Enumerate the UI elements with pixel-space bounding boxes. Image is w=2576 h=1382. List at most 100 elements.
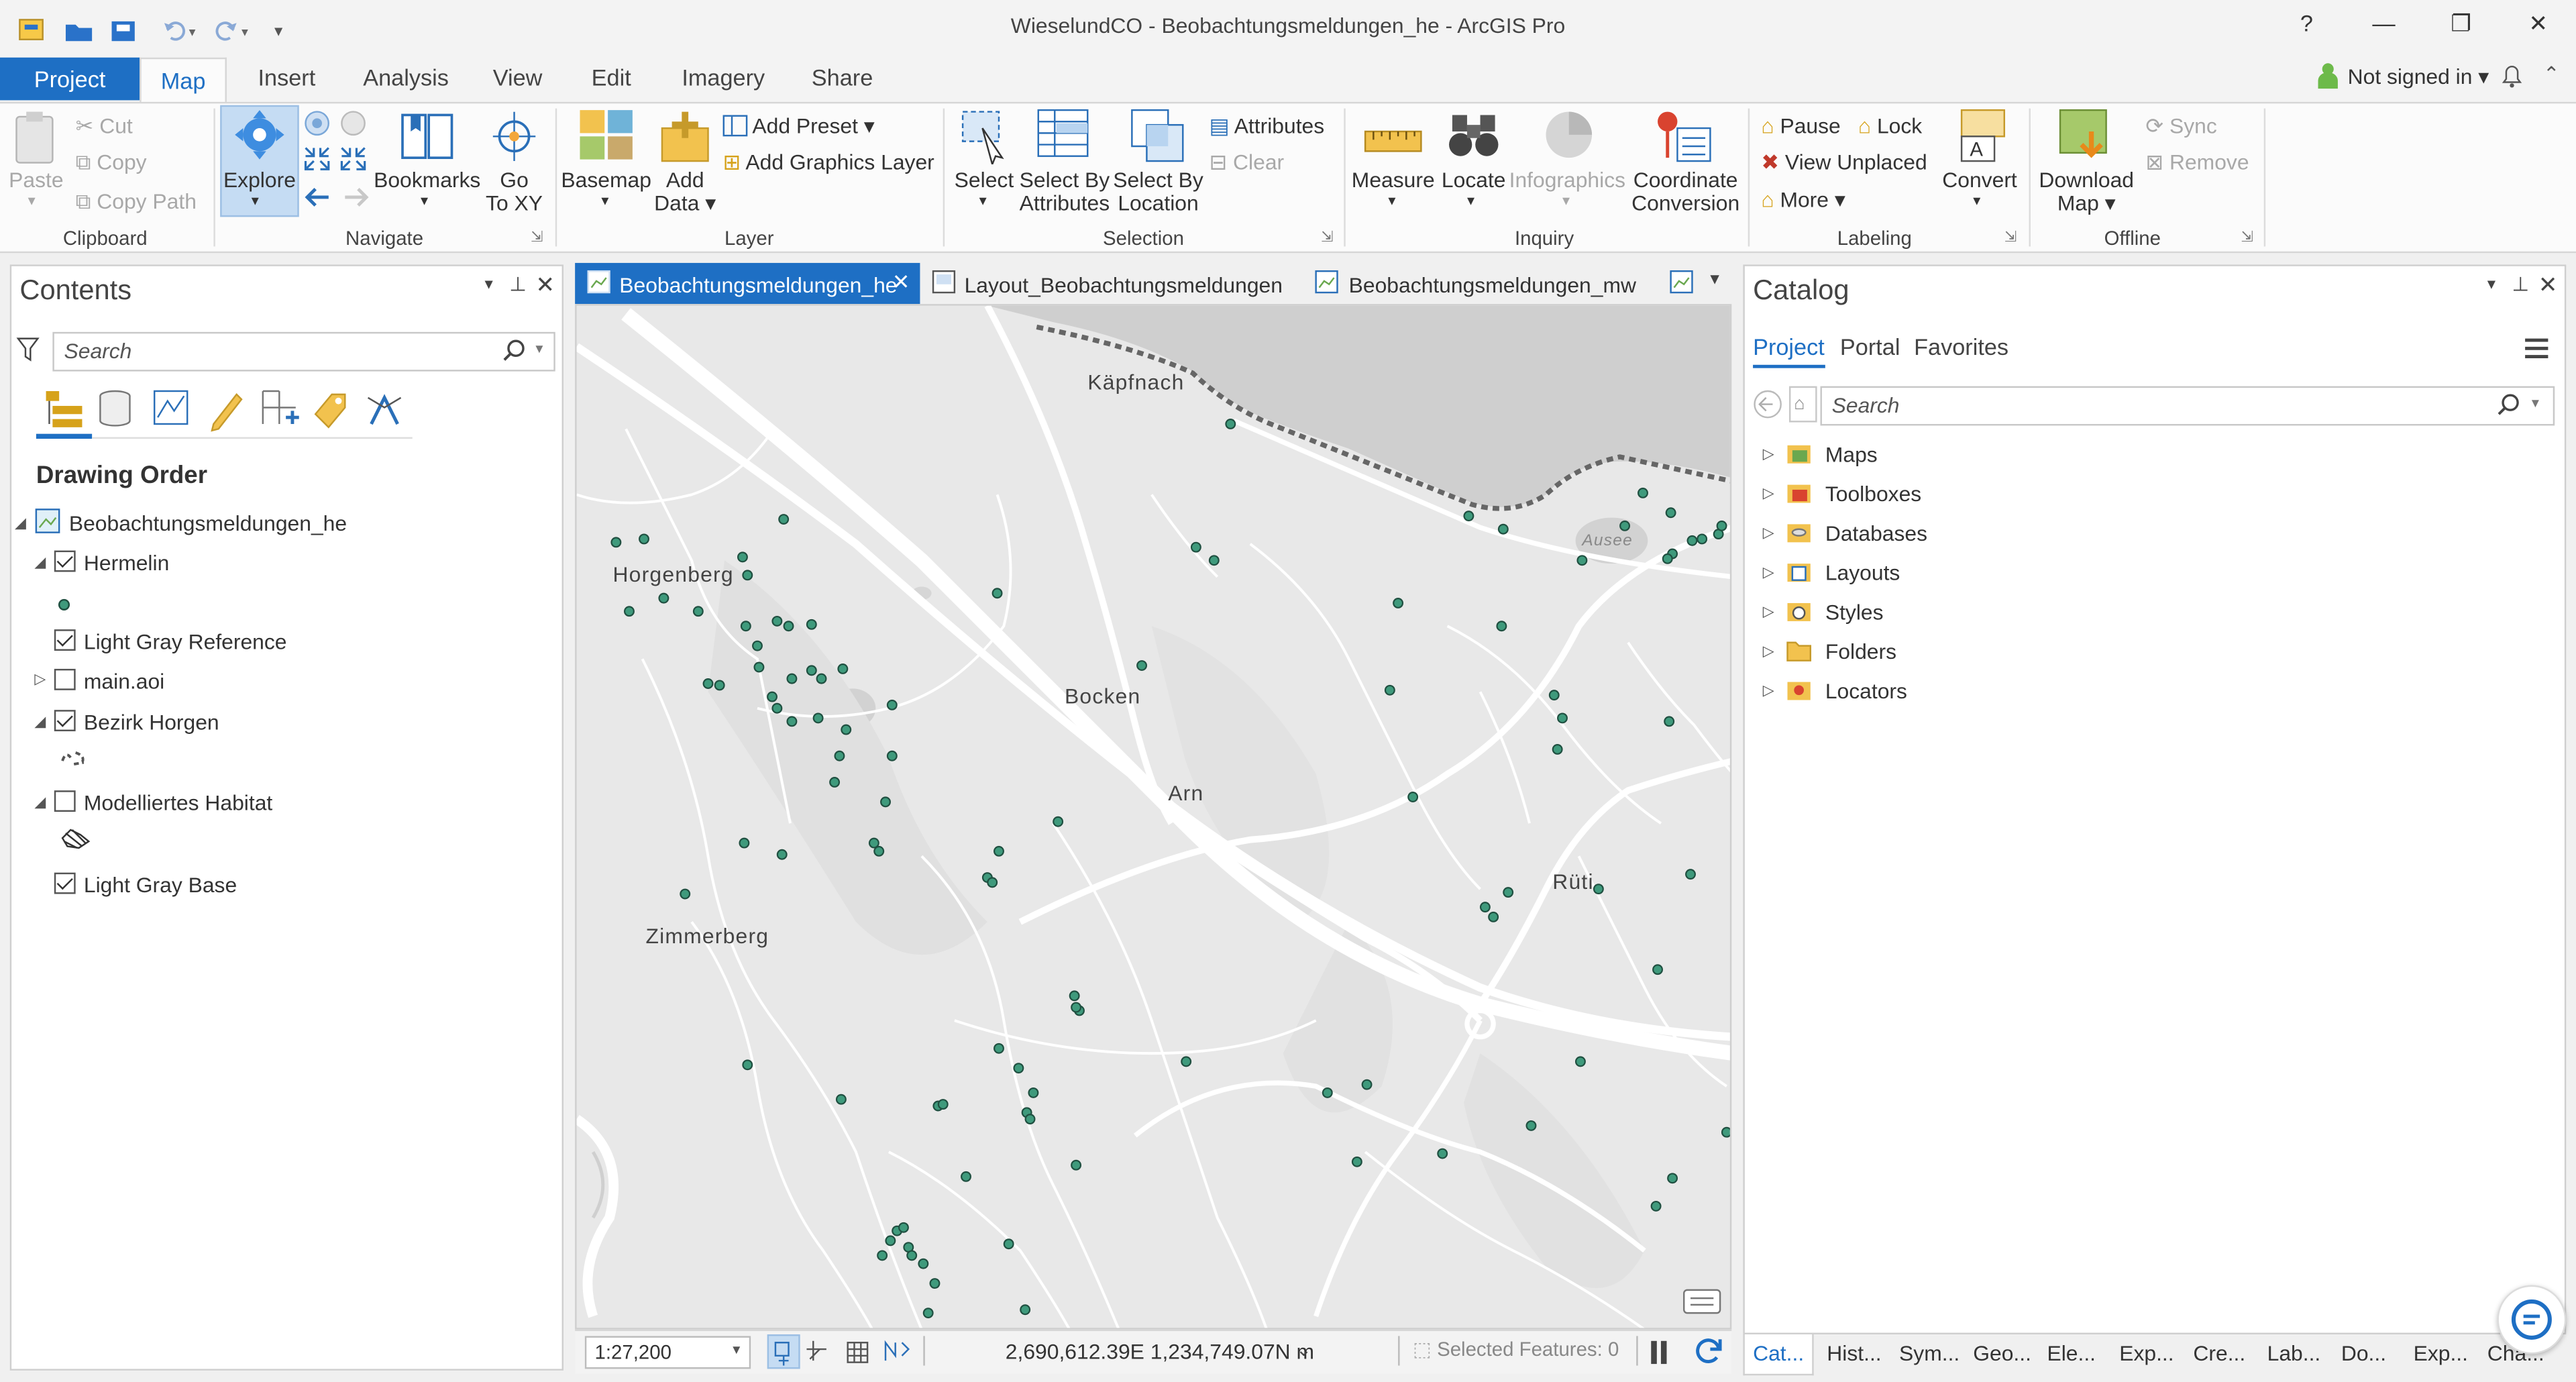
layouts-expand-icon[interactable]: ▷ [1763, 564, 1774, 582]
catalog-item-locators[interactable]: Locators [1825, 679, 1907, 704]
hermelin-observation-point[interactable] [886, 750, 898, 761]
hermelin-observation-point[interactable] [739, 837, 750, 849]
hermelin-observation-point[interactable] [806, 619, 817, 630]
hermelin-observation-point[interactable] [1071, 1002, 1082, 1013]
hermelin-observation-point[interactable] [1208, 555, 1220, 566]
help-button[interactable]: ? [2287, 10, 2326, 43]
hermelin-observation-point[interactable] [1024, 1114, 1036, 1125]
catalog-tab-favorites[interactable]: Favorites [1914, 333, 2008, 360]
tab-insert[interactable]: Insert [258, 64, 315, 91]
hermelin-observation-point[interactable] [1497, 523, 1509, 535]
hermelin-observation-point[interactable] [1488, 911, 1499, 922]
pause-labeling-button[interactable]: ⌂ Pause [1761, 113, 1840, 138]
hermelin-observation-point[interactable] [1574, 1056, 1586, 1067]
map-overflow-icon[interactable] [1669, 270, 1694, 299]
hermelin-observation-point[interactable] [1437, 1148, 1448, 1159]
layer-main-aoi[interactable]: main.aoi [84, 669, 164, 694]
add-preset-button[interactable]: Add Preset ▾ [722, 113, 875, 140]
hermelin-observation-point[interactable] [1557, 712, 1568, 724]
hermelin-observation-point[interactable] [742, 1059, 753, 1071]
hermelin-observation-point[interactable] [991, 588, 1003, 599]
hermelin-observation-point[interactable] [987, 877, 998, 888]
hermelin-observation-point[interactable] [1593, 884, 1604, 895]
pane-tab-history[interactable]: Hist... [1827, 1341, 1881, 1366]
pane-tab-element[interactable]: Ele... [2047, 1341, 2096, 1366]
hermelin-observation-point[interactable] [753, 661, 765, 673]
hermelin-observation-point[interactable] [1190, 541, 1201, 553]
download-map-button[interactable]: Download Map ▾ [2037, 168, 2136, 215]
hermelin-observation-point[interactable] [835, 1094, 847, 1105]
hermelin-observation-point[interactable] [692, 606, 704, 617]
map-name[interactable]: Beobachtungsmeldungen_he [69, 511, 347, 536]
hermelin-observation-point[interactable] [1053, 816, 1064, 827]
hermelin-observation-point[interactable] [610, 537, 622, 548]
catalog-search-icon[interactable] [2497, 392, 2520, 421]
catalog-back-icon[interactable] [1752, 388, 1784, 425]
hermelin-observation-point[interactable] [1552, 744, 1563, 755]
hermelin-observation-point[interactable] [639, 533, 649, 545]
catalog-item-styles[interactable]: Styles [1825, 600, 1884, 625]
hermelin-observation-point[interactable] [1548, 690, 1560, 701]
tab-edit[interactable]: Edit [592, 64, 631, 91]
paste-dropdown-icon[interactable]: ▾ [28, 193, 36, 211]
map-scale-input[interactable]: 1:27,200 [584, 1336, 751, 1369]
coordinate-conversion-button[interactable]: Coordinate Conversion [1627, 168, 1745, 215]
hermelin-observation-point[interactable] [1662, 553, 1673, 564]
layer-light-gray-reference[interactable]: Light Gray Reference [84, 629, 287, 654]
hermelin-observation-point[interactable] [1361, 1079, 1373, 1090]
measure-dropdown-icon[interactable]: ▾ [1388, 193, 1395, 211]
hermelin-observation-point[interactable] [714, 680, 725, 691]
hermelin-observation-point[interactable] [1650, 1200, 1662, 1212]
pane-tab-geoprocessing[interactable]: Geo... [1973, 1341, 2031, 1366]
tab-list-dropdown-icon[interactable]: ▾ [1710, 268, 1719, 289]
catalog-search-input[interactable]: Search [1820, 386, 2555, 426]
layer-modelliertes-habitat[interactable]: Modelliertes Habitat [84, 790, 272, 815]
pane-tab-create[interactable]: Cre... [2193, 1341, 2245, 1366]
hermelin-observation-point[interactable] [937, 1099, 949, 1110]
hermelin-observation-point[interactable] [1351, 1156, 1362, 1167]
hermelin-observation-point[interactable] [680, 888, 691, 900]
hermelin-observation-point[interactable] [786, 673, 798, 684]
contents-pin-icon[interactable]: ⊥ [509, 273, 527, 296]
catalog-pin-icon[interactable]: ⊥ [2512, 273, 2530, 296]
bookmarks-button[interactable]: Bookmarks [371, 168, 483, 192]
catalog-item-layouts[interactable]: Layouts [1825, 560, 1900, 585]
dialog-launcher-offline-icon[interactable]: ⇲ [2241, 228, 2253, 246]
hermelin-observation-point[interactable] [886, 699, 898, 710]
select-by-location-button[interactable]: Select By Location [1111, 168, 1206, 215]
hermelin-observation-point[interactable] [786, 716, 798, 727]
hermelin-observation-point[interactable] [1013, 1063, 1024, 1074]
measure-button[interactable]: Measure [1350, 168, 1436, 192]
hermelin-observation-point[interactable] [1667, 1173, 1678, 1184]
collapse-ribbon-icon[interactable]: ⌃ [2543, 62, 2560, 85]
hermelin-observation-point[interactable] [1721, 1126, 1731, 1138]
main-aoi-expand-icon[interactable]: ▷ [34, 670, 46, 688]
tab-imagery[interactable]: Imagery [682, 64, 765, 91]
catalog-options-icon[interactable]: ▾ [2487, 276, 2496, 295]
lock-labels-button[interactable]: ⌂ Lock [1858, 113, 1922, 138]
status-tool-icons[interactable] [771, 1336, 918, 1373]
catalog-menu-icon[interactable] [2524, 337, 2550, 365]
hermelin-observation-point[interactable] [929, 1278, 941, 1289]
catalog-item-maps[interactable]: Maps [1825, 442, 1878, 467]
coordinate-format-dropdown-icon[interactable]: ⌄ [1296, 1339, 1311, 1361]
remove-button[interactable]: ⊠ Remove [2145, 150, 2249, 176]
copy-button[interactable]: ⧉ Copy [76, 150, 147, 176]
sign-in-status[interactable]: Not signed in ▾ [2348, 64, 2489, 91]
folders-expand-icon[interactable]: ▷ [1763, 643, 1774, 661]
hermelin-observation-point[interactable] [1003, 1238, 1014, 1250]
hermelin-observation-point[interactable] [740, 621, 751, 632]
hermelin-expand-icon[interactable]: ◢ [34, 553, 46, 572]
more-labeling-button[interactable]: ⌂ More ▾ [1761, 187, 1845, 213]
close-window-button[interactable]: ✕ [2518, 10, 2558, 43]
catalog-close-icon[interactable]: ✕ [2538, 271, 2558, 299]
contents-options-icon[interactable]: ▾ [484, 276, 492, 295]
catalog-tab-project[interactable]: Project [1753, 333, 1825, 360]
hermelin-observation-point[interactable] [1479, 902, 1491, 913]
paste-button[interactable]: Paste [7, 168, 66, 192]
infographics-button[interactable]: Infographics [1508, 168, 1626, 192]
hermelin-observation-point[interactable] [1020, 1304, 1031, 1316]
layer-bezirk-horgen[interactable]: Bezirk Horgen [84, 710, 219, 735]
go-to-xy-button[interactable]: Go To XY [482, 168, 547, 215]
dialog-launcher-labeling-icon[interactable]: ⇲ [2004, 228, 2017, 246]
